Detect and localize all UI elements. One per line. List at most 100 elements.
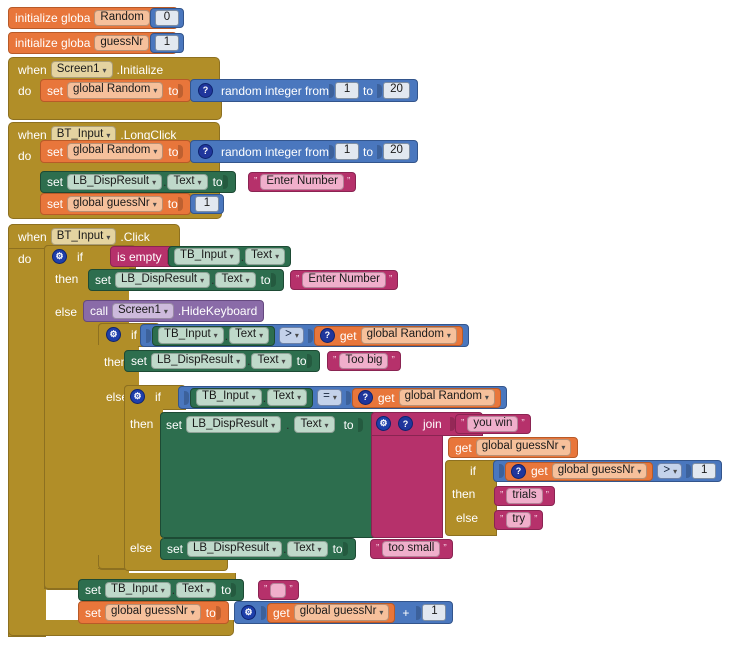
component-dropdown-tbinput-4[interactable]: TB_Input ▾ — [105, 581, 171, 599]
component-dropdown-tbinput-2[interactable]: TB_Input ▾ — [158, 327, 224, 344]
variable-dropdown-get-guessnr-2[interactable]: global guessNr ▾ — [551, 462, 648, 480]
property-dropdown-text-5[interactable]: Text ▾ — [251, 352, 292, 370]
variable-dropdown-get-random-2[interactable]: global Random ▾ — [398, 389, 495, 406]
question-icon[interactable]: ? — [319, 328, 335, 343]
event-btinput-click[interactable] — [8, 224, 46, 637]
block-text-empty-string[interactable]: ” ” — [258, 580, 299, 600]
property-dropdown-text-3[interactable]: Text ▾ — [215, 271, 256, 289]
text-field-too-small[interactable]: too small — [382, 540, 441, 558]
component-dropdown-screen1[interactable]: Screen1 ▾ — [50, 61, 113, 78]
random-from-2[interactable]: 1 — [335, 143, 360, 160]
component-dropdown-tbinput-3[interactable]: TB_Input ▾ — [196, 389, 262, 406]
gear-icon[interactable]: ⚙ — [130, 389, 145, 404]
block-number-global-random[interactable]: 0 — [150, 8, 184, 28]
random-from-1[interactable]: 1 — [335, 82, 360, 99]
question-icon[interactable]: ? — [511, 463, 526, 479]
global-name-random[interactable]: Random — [94, 9, 150, 27]
number-field-increment[interactable]: 1 — [422, 604, 447, 621]
component-dropdown-screen1-call[interactable]: Screen1 ▾ — [112, 302, 174, 320]
block-compare-greater-1[interactable]: TB_Input ▾ . Text ▾ > ▾ ? get global Random… — [140, 324, 469, 347]
block-random-integer-1[interactable]: ? random integer from 1 to 20 — [190, 79, 418, 102]
block-number-global-guessnr[interactable]: 1 — [150, 33, 184, 53]
block-get-global-guessnr-2[interactable]: ? get global guessNr ▾ — [505, 461, 654, 481]
property-dropdown-text-1[interactable]: Text ▾ — [167, 173, 208, 191]
text-field-enter-number-2[interactable]: Enter Number — [302, 271, 386, 289]
global-name-guessnr[interactable]: guessNr — [94, 34, 150, 52]
text-field-too-big[interactable]: Too big — [339, 352, 389, 370]
variable-dropdown-get-guessnr-1[interactable]: global guessNr ▾ — [475, 439, 572, 456]
block-text-try[interactable]: ” try ” — [494, 510, 544, 530]
blocks-canvas[interactable]: initialize globa Random to 0 initialize … — [0, 0, 739, 658]
question-icon[interactable]: ? — [198, 144, 213, 159]
block-tbinput-text-3[interactable]: TB_Input ▾ . Text ▾ — [190, 387, 314, 408]
component-dropdown-btinput-click[interactable]: BT_Input ▾ — [50, 228, 117, 245]
block-text-trials[interactable]: ” trials ” — [494, 486, 555, 506]
variable-dropdown-global-random-2[interactable]: global Random ▾ — [67, 143, 164, 160]
block-text-too-big[interactable]: ” Too big ” — [327, 351, 401, 371]
block-set-lbdispresult-toosmall[interactable]: set LB_DispResult ▾ . Text ▾ to — [160, 538, 356, 560]
block-set-global-random-init[interactable]: set global Random ▾ to — [40, 79, 192, 102]
block-get-global-guessnr-1[interactable]: get global guessNr ▾ — [448, 437, 579, 458]
block-get-global-random-1[interactable]: ? get global Random ▾ — [313, 325, 463, 346]
block-tbinput-text-1[interactable]: TB_Input ▾ . Text ▾ — [168, 246, 292, 267]
component-dropdown-lbdispresult-2[interactable]: LB_DispResult ▾ — [115, 271, 211, 289]
number-field-guessnr-1[interactable]: 1 — [195, 195, 219, 213]
property-dropdown-text-7[interactable]: Text ▾ — [294, 416, 335, 433]
text-field-you-win[interactable]: you win — [467, 415, 519, 433]
component-dropdown-lbdispresult-5[interactable]: LB_DispResult ▾ — [187, 540, 283, 558]
text-field-trials[interactable]: trials — [506, 487, 543, 505]
gear-icon[interactable]: ⚙ — [52, 249, 67, 264]
question-icon[interactable]: ? — [398, 416, 413, 431]
property-dropdown-text-2[interactable]: Text ▾ — [245, 248, 286, 265]
number-field-one-compare[interactable]: 1 — [692, 462, 717, 480]
gear-icon[interactable]: ⚙ — [106, 327, 121, 342]
block-set-lbdispresult-toobig[interactable]: set LB_DispResult ▾ . Text ▾ to — [124, 350, 320, 372]
block-set-lbdispresult-long[interactable]: set LB_DispResult ▾ . Text ▾ to — [40, 171, 236, 193]
block-random-integer-2[interactable]: ? random integer from 1 to 20 — [190, 140, 418, 163]
variable-dropdown-global-guessnr-2[interactable]: global guessNr ▾ — [105, 604, 201, 621]
property-dropdown-text-9[interactable]: Text ▾ — [176, 581, 217, 599]
gear-icon[interactable]: ⚙ — [241, 605, 256, 620]
text-field-enter-number-1[interactable]: Enter Number — [260, 173, 344, 191]
block-set-global-guessnr-increment[interactable]: set global guessNr ▾ to — [78, 601, 229, 624]
block-get-global-guessnr-3[interactable]: get global guessNr ▾ — [267, 602, 396, 623]
component-dropdown-lbdispresult-1[interactable]: LB_DispResult ▾ — [67, 173, 163, 191]
block-compare-equal[interactable]: TB_Input ▾ . Text ▾ = ▾ ? get global Random… — [178, 386, 507, 409]
component-dropdown-lbdispresult-3[interactable]: LB_DispResult ▾ — [151, 352, 247, 370]
variable-dropdown-get-random-1[interactable]: global Random ▾ — [360, 327, 457, 344]
text-field-try[interactable]: try — [506, 511, 532, 529]
block-compare-guessnr-greater[interactable]: ? get global guessNr ▾ > ▾ 1 — [493, 460, 723, 482]
gear-icon[interactable]: ⚙ — [376, 416, 391, 431]
question-icon[interactable]: ? — [357, 390, 373, 405]
block-set-tbinput-text-clear[interactable]: set TB_Input ▾ . Text ▾ to — [78, 579, 245, 601]
component-dropdown-tbinput-1[interactable]: TB_Input ▾ — [174, 248, 240, 265]
block-text-enter-number-long[interactable]: ” Enter Number ” — [248, 172, 357, 192]
block-get-global-random-2[interactable]: ? get global Random ▾ — [351, 387, 501, 408]
block-text-you-win[interactable]: ” you win ” — [455, 414, 531, 434]
block-tbinput-text-2[interactable]: TB_Input ▾ . Text ▾ — [152, 325, 276, 346]
block-set-global-random-long[interactable]: set global Random ▾ to — [40, 140, 192, 163]
variable-dropdown-get-guessnr-3[interactable]: global guessNr ▾ — [293, 604, 390, 621]
block-text-too-small[interactable]: ” too small ” — [370, 539, 453, 559]
operator-dropdown-2[interactable]: = ▾ — [317, 389, 342, 406]
block-set-lbdispresult-enternumber[interactable]: set LB_DispResult ▾ . Text ▾ to — [88, 269, 284, 291]
operator-dropdown-3[interactable]: > ▾ — [657, 462, 683, 480]
block-number-guessnr-long[interactable]: 1 — [190, 194, 224, 214]
property-dropdown-text-6[interactable]: Text ▾ — [267, 389, 308, 406]
component-dropdown-lbdispresult-4[interactable]: LB_DispResult ▾ — [186, 416, 282, 433]
block-text-enter-number-click[interactable]: ” Enter Number ” — [290, 270, 399, 290]
question-icon[interactable]: ? — [198, 83, 213, 98]
number-field-0[interactable]: 0 — [155, 9, 179, 27]
block-set-global-guessnr-long[interactable]: set global guessNr ▾ to — [40, 193, 191, 215]
variable-dropdown-global-guessnr-1[interactable]: global guessNr ▾ — [67, 195, 163, 213]
property-dropdown-text-8[interactable]: Text ▾ — [287, 540, 328, 558]
text-field-empty[interactable] — [270, 582, 287, 598]
operator-dropdown-1[interactable]: > ▾ — [279, 327, 304, 344]
random-to-2[interactable]: 20 — [383, 143, 410, 160]
block-add-guessnr[interactable]: ⚙ get global guessNr ▾ + 1 — [234, 601, 454, 624]
variable-dropdown-global-random[interactable]: global Random ▾ — [67, 82, 164, 99]
number-field-1[interactable]: 1 — [155, 34, 179, 52]
property-dropdown-text-4[interactable]: Text ▾ — [229, 327, 270, 344]
random-to-1[interactable]: 20 — [383, 82, 410, 99]
block-call-hidekeyboard[interactable]: call Screen1 ▾ .HideKeyboard — [83, 300, 265, 322]
